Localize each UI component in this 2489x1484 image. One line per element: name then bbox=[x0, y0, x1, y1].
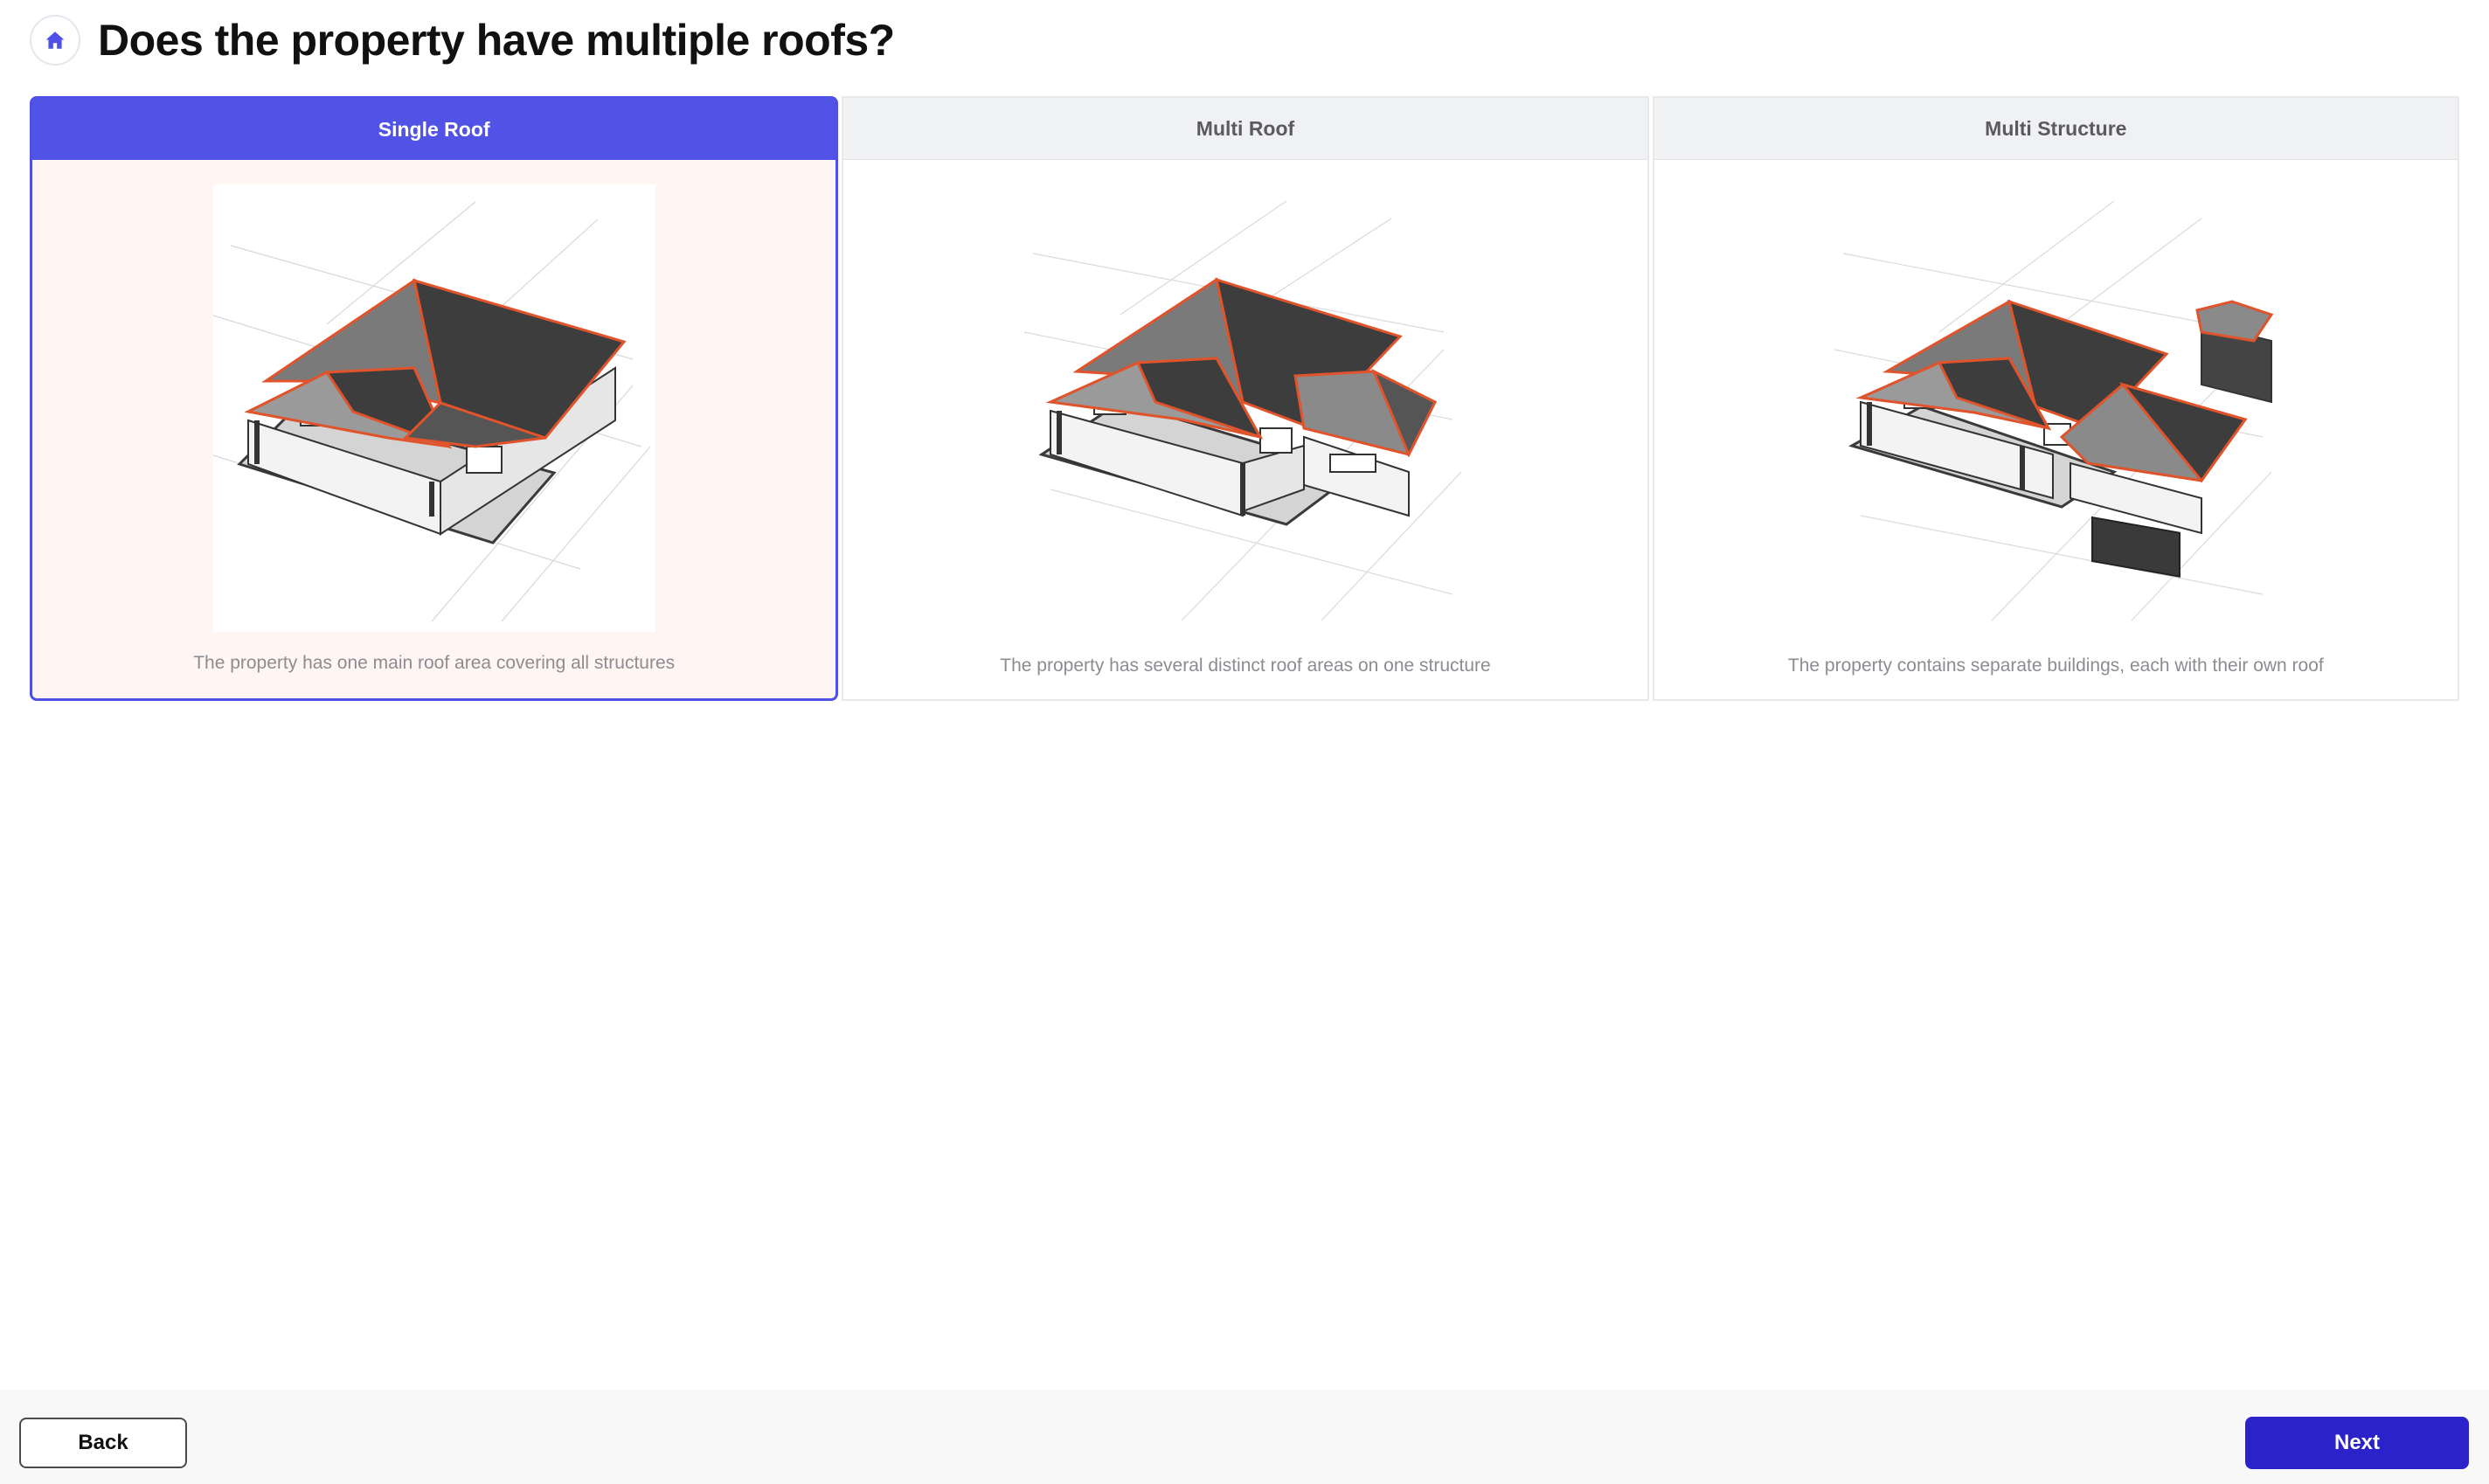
single-roof-illustration bbox=[212, 184, 655, 632]
option-multi-roof[interactable]: Multi Roof The property has several dist… bbox=[842, 96, 1649, 701]
page-header: Does the property have multiple roofs? bbox=[30, 12, 895, 68]
option-single-roof[interactable]: Single Roof The property has one main ro… bbox=[30, 96, 839, 701]
option-tab: Multi Roof bbox=[843, 98, 1647, 160]
back-button[interactable]: Back bbox=[19, 1418, 187, 1468]
multi-roof-illustration bbox=[1023, 184, 1466, 631]
option-multi-structure[interactable]: Multi Structure The property contains se… bbox=[1652, 96, 2459, 701]
page-title: Does the property have multiple roofs? bbox=[98, 16, 895, 65]
home-icon bbox=[45, 31, 65, 49]
home-button[interactable] bbox=[30, 15, 80, 66]
option-description: The property contains separate buildings… bbox=[1787, 655, 2324, 676]
roof-options: Single Roof The property has one main ro… bbox=[30, 96, 2459, 701]
multi-structure-illustration bbox=[1834, 184, 2278, 631]
option-description: The property has one main roof area cove… bbox=[193, 653, 676, 673]
option-tab: Multi Structure bbox=[1654, 98, 2458, 160]
option-tab: Single Roof bbox=[32, 99, 836, 160]
next-button[interactable]: Next bbox=[2245, 1417, 2469, 1469]
option-description: The property has several distinct roof a… bbox=[1000, 655, 1491, 676]
footer-bar: Back Next bbox=[0, 1390, 2489, 1484]
